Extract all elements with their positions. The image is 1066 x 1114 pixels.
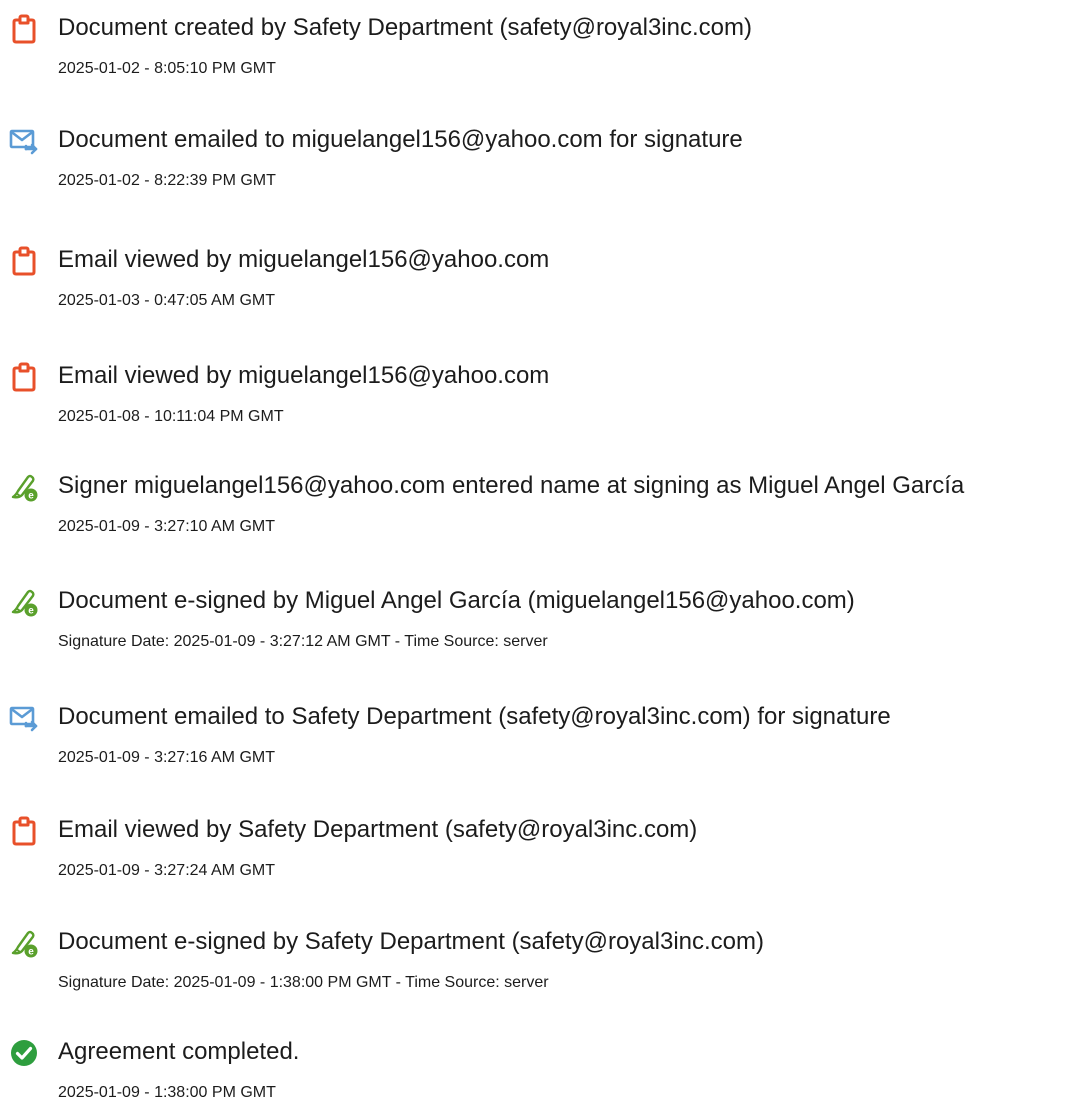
event-timestamp: 2025-01-09 - 3:27:24 AM GMT <box>58 862 275 879</box>
event-title: Agreement completed. <box>58 1038 300 1065</box>
event-title: Document emailed to miguelangel156@yahoo… <box>58 126 743 153</box>
event-timestamp: 2025-01-09 - 3:27:16 AM GMT <box>58 749 275 766</box>
event-timestamp: 2025-01-03 - 0:47:05 AM GMT <box>58 292 275 309</box>
event-agreement-completed: Agreement completed. 2025-01-09 - 1:38:0… <box>0 1024 1066 1114</box>
event-email-viewed: Email viewed by miguelangel156@yahoo.com… <box>0 232 1066 322</box>
email-viewed-icon <box>8 361 40 393</box>
event-document-e-signed: Document e-signed by Safety Department (… <box>0 914 1066 1004</box>
email-sent-icon <box>8 125 40 157</box>
e-sign-pen-icon <box>8 927 40 959</box>
event-timestamp: 2025-01-02 - 8:05:10 PM GMT <box>58 60 276 77</box>
email-sent-icon <box>8 702 40 734</box>
event-timestamp: 2025-01-09 - 1:38:00 PM GMT <box>58 1084 276 1101</box>
event-title: Document e-signed by Safety Department (… <box>58 928 764 955</box>
event-signer-name-entered: Signer miguelangel156@yahoo.com entered … <box>0 458 1066 548</box>
event-title: Email viewed by Safety Department (safet… <box>58 816 698 843</box>
event-document-emailed: Document emailed to miguelangel156@yahoo… <box>0 112 1066 202</box>
event-timestamp: 2025-01-08 - 10:11:04 PM GMT <box>58 408 284 425</box>
event-document-e-signed: Document e-signed by Miguel Angel García… <box>0 573 1066 663</box>
event-timestamp: Signature Date: 2025-01-09 - 1:38:00 PM … <box>58 974 549 991</box>
checkmark-circle-icon <box>8 1037 40 1069</box>
event-timestamp: 2025-01-02 - 8:22:39 PM GMT <box>58 172 276 189</box>
event-title: Email viewed by miguelangel156@yahoo.com <box>58 246 550 273</box>
event-email-viewed: Email viewed by Safety Department (safet… <box>0 802 1066 892</box>
event-timestamp: 2025-01-09 - 3:27:10 AM GMT <box>58 518 275 535</box>
event-title: Document e-signed by Miguel Angel García… <box>58 587 855 614</box>
event-timestamp: Signature Date: 2025-01-09 - 3:27:12 AM … <box>58 633 548 650</box>
event-email-viewed: Email viewed by miguelangel156@yahoo.com… <box>0 348 1066 438</box>
event-title: Email viewed by miguelangel156@yahoo.com <box>58 362 550 389</box>
event-document-emailed: Document emailed to Safety Department (s… <box>0 689 1066 779</box>
e-sign-pen-icon <box>8 471 40 503</box>
event-document-created: Document created by Safety Department (s… <box>0 0 1066 90</box>
event-title: Document created by Safety Department (s… <box>58 14 752 41</box>
email-viewed-icon <box>8 245 40 277</box>
event-title: Document emailed to Safety Department (s… <box>58 703 891 730</box>
email-viewed-icon <box>8 815 40 847</box>
e-sign-pen-icon <box>8 586 40 618</box>
event-title: Signer miguelangel156@yahoo.com entered … <box>58 472 965 499</box>
document-created-icon <box>8 13 40 45</box>
